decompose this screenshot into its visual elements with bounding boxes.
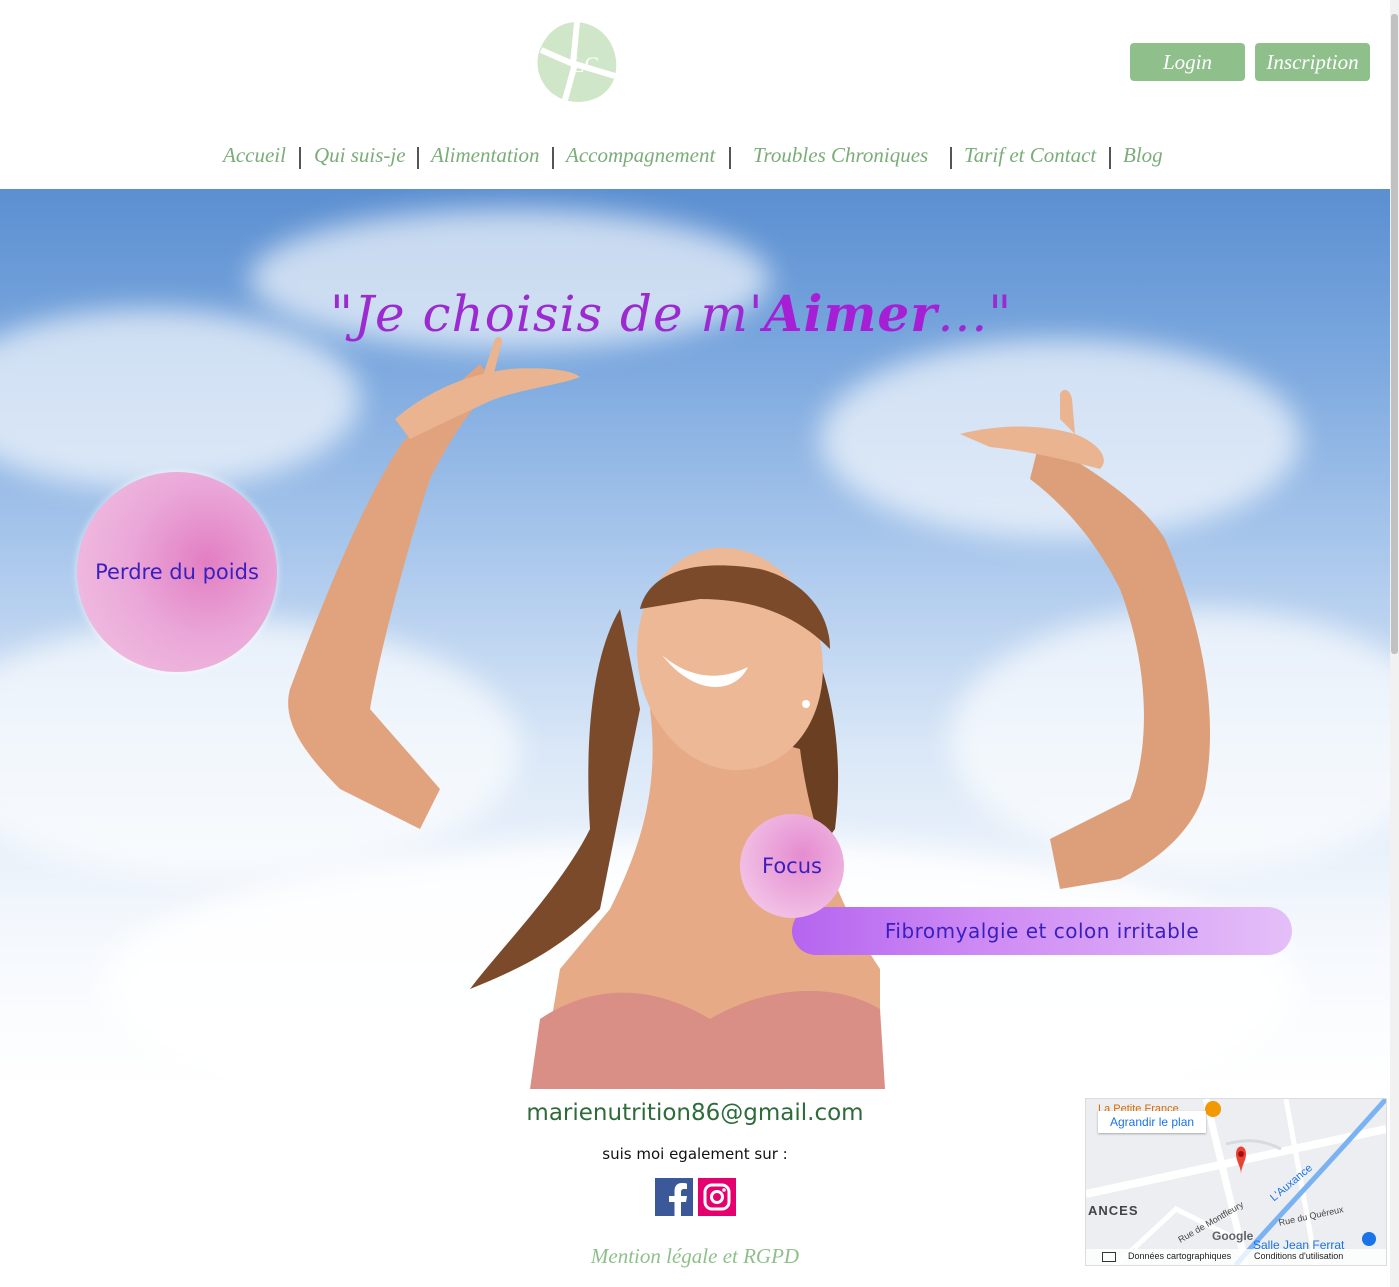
map-attribution: Données cartographiques Conditions d'uti… xyxy=(1086,1249,1386,1265)
nav-item-troubles-chroniques[interactable]: Troubles Chroniques xyxy=(753,143,928,168)
hero-banner: "Je choisis de m'Aimer..." Perdre du poi… xyxy=(0,189,1390,1089)
google-logo: Google xyxy=(1212,1229,1254,1243)
keyboard-icon[interactable] xyxy=(1102,1252,1116,1262)
quote-prefix: "Je choisis de m' xyxy=(330,285,764,343)
map-area-label: ANCES xyxy=(1088,1203,1139,1218)
quote-suffix: ..." xyxy=(937,285,1013,343)
nav-item-blog[interactable]: Blog xyxy=(1123,143,1163,168)
quote-emphasis: Aimer xyxy=(763,284,938,343)
nav-divider xyxy=(729,147,731,169)
nav-item-qui-suis-je[interactable]: Qui suis-je xyxy=(314,143,406,168)
restaurant-icon xyxy=(1205,1101,1221,1117)
enlarge-map-button[interactable]: Agrandir le plan xyxy=(1098,1111,1207,1133)
nav-divider xyxy=(552,147,554,169)
login-button[interactable]: Login xyxy=(1130,43,1245,81)
page-scrollbar[interactable] xyxy=(1390,0,1399,1287)
nav-divider xyxy=(299,147,301,169)
map-embed[interactable]: La Petite France Agrandir le plan ANCES … xyxy=(1085,1098,1387,1266)
nav-divider xyxy=(1109,147,1111,169)
instagram-icon[interactable] xyxy=(698,1178,736,1216)
nav-item-accompagnement[interactable]: Accompagnement xyxy=(566,143,715,168)
venue-icon xyxy=(1362,1232,1376,1246)
nav-divider xyxy=(950,147,952,169)
scrollbar-thumb[interactable] xyxy=(1391,14,1398,654)
map-terms-link[interactable]: Conditions d'utilisation xyxy=(1254,1251,1343,1261)
map-data-link[interactable]: Données cartographiques xyxy=(1128,1251,1231,1261)
nav-divider xyxy=(417,147,419,169)
signup-button[interactable]: Inscription xyxy=(1255,43,1370,81)
fibromyalgia-link[interactable]: Fibromyalgie et colon irritable xyxy=(792,907,1292,955)
facebook-icon[interactable] xyxy=(655,1178,693,1216)
lose-weight-bubble[interactable]: Perdre du poids xyxy=(77,472,277,672)
main-nav: Accueil Qui suis-je Alimentation Accompa… xyxy=(0,143,1390,173)
nav-item-tarif-contact[interactable]: Tarif et Contact xyxy=(964,143,1096,168)
nav-item-accueil[interactable]: Accueil xyxy=(223,143,286,168)
site-logo[interactable]: LC xyxy=(535,20,619,104)
hero-quote: "Je choisis de m'Aimer..." xyxy=(330,284,1012,343)
focus-bubble[interactable]: Focus xyxy=(740,814,844,918)
monstera-leaf-icon: LC xyxy=(537,21,617,102)
nav-item-alimentation[interactable]: Alimentation xyxy=(431,143,540,168)
logo-text: LC xyxy=(571,52,599,77)
